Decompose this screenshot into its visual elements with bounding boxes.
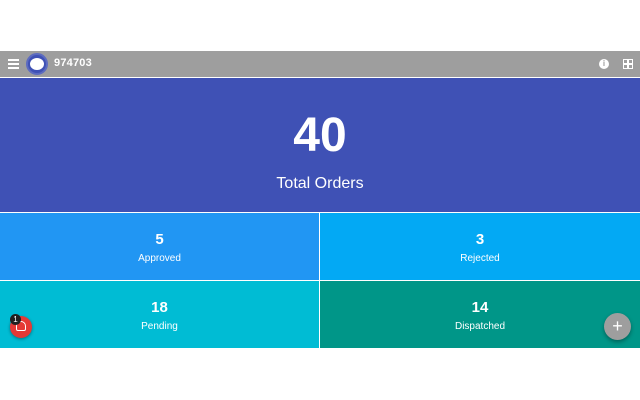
info-icon[interactable]: i xyxy=(599,59,609,69)
rejected-count: 3 xyxy=(475,231,485,248)
notification-badge: 1 xyxy=(10,314,21,325)
notification-button[interactable]: 1 xyxy=(10,314,32,338)
total-orders-tile[interactable]: 40 Total Orders xyxy=(0,78,640,212)
chat-bubble-icon xyxy=(30,58,44,70)
approved-label: Approved xyxy=(138,253,181,264)
dispatched-label: Dispatched xyxy=(454,321,506,332)
dispatched-count: 14 xyxy=(471,299,489,316)
add-button[interactable]: + xyxy=(604,313,631,340)
app-bar: 974703 i xyxy=(0,51,640,77)
dispatched-tile[interactable]: 14 Dispatched xyxy=(320,281,640,348)
rejected-label: Rejected xyxy=(460,253,500,264)
approved-count: 5 xyxy=(155,231,164,248)
grid-icon[interactable] xyxy=(623,59,633,69)
rejected-tile[interactable]: 3 Rejected xyxy=(320,213,640,280)
pending-count: 18 xyxy=(151,299,168,316)
total-orders-label: Total Orders xyxy=(276,175,364,192)
pending-tile[interactable]: 18 Pending xyxy=(0,281,319,348)
total-orders-count: 40 xyxy=(293,109,347,162)
menu-icon[interactable] xyxy=(8,59,19,69)
avatar[interactable] xyxy=(26,53,48,75)
app-title: 974703 xyxy=(54,57,92,69)
approved-tile[interactable]: 5 Approved xyxy=(0,213,319,280)
plus-icon: + xyxy=(612,316,623,336)
pending-label: Pending xyxy=(141,321,178,332)
